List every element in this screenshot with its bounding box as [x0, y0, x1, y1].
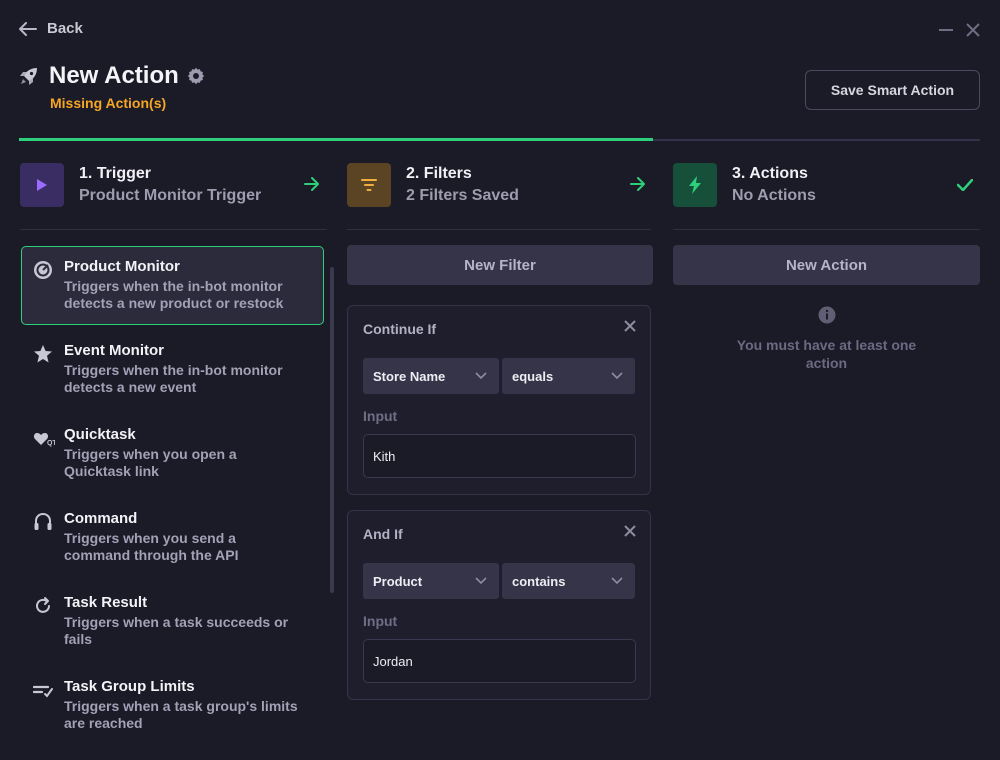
- trigger-desc: Triggers when the in-bot monitor detects …: [64, 362, 283, 395]
- trigger-item-event-monitor[interactable]: Event Monitor Triggers when the in-bot m…: [21, 330, 324, 409]
- trigger-item-task-result[interactable]: Task Result Triggers when a task succeed…: [21, 582, 324, 661]
- headset-icon: [33, 512, 53, 532]
- gear-icon[interactable]: [187, 67, 205, 85]
- trigger-item-command[interactable]: Command Triggers when you send a command …: [21, 498, 324, 577]
- operator-select[interactable]: equals: [502, 358, 635, 394]
- trigger-list: Product Monitor Triggers when the in-bot…: [21, 246, 324, 750]
- divider: [673, 229, 980, 230]
- chevron-down-icon: [611, 577, 623, 585]
- step-actions[interactable]: 3. Actions No Actions: [673, 163, 816, 207]
- step-title: 1. Trigger: [79, 165, 152, 182]
- step-subtitle: No Actions: [732, 187, 816, 204]
- trigger-name: Task Group Limits: [64, 678, 195, 695]
- svg-text:QT: QT: [47, 440, 55, 447]
- filter-value-input[interactable]: Jordan: [363, 639, 636, 683]
- page-header: New Action: [19, 62, 205, 90]
- divider: [20, 229, 327, 230]
- step-title: 3. Actions: [732, 165, 808, 182]
- trigger-desc: Triggers when a task group's limits are r…: [64, 698, 298, 731]
- close-window-button[interactable]: [963, 20, 983, 40]
- step-subtitle: 2 Filters Saved: [406, 187, 519, 204]
- field-value: Product: [373, 573, 423, 589]
- arrow-right-icon: [630, 177, 646, 191]
- filter-title: Continue If: [363, 321, 437, 337]
- minimize-icon: [939, 29, 953, 31]
- star-icon: [33, 344, 53, 364]
- input-label: Input: [363, 613, 398, 629]
- progress-fill: [19, 138, 653, 141]
- monitor-icon: [33, 260, 53, 280]
- trigger-desc: Triggers when the in-bot monitor detects …: [64, 278, 284, 311]
- chevron-down-icon: [475, 372, 487, 380]
- minimize-button[interactable]: [936, 20, 956, 40]
- arrow-right-icon: [304, 177, 320, 191]
- trigger-desc: Triggers when you open a Quicktask link: [64, 446, 237, 479]
- chevron-down-icon: [475, 577, 487, 585]
- empty-state: You must have at least one action: [673, 306, 980, 372]
- status-warning: Missing Action(s): [50, 95, 167, 111]
- filter-card: And If Product contains Input Jordan: [347, 510, 651, 700]
- step-filters[interactable]: 2. Filters 2 Filters Saved: [347, 163, 519, 207]
- field-value: Store Name: [373, 368, 446, 384]
- new-filter-button[interactable]: New Filter: [347, 245, 653, 285]
- close-icon[interactable]: [624, 525, 636, 537]
- filter-icon: [347, 163, 391, 207]
- trigger-item-task-group-limits[interactable]: Task Group Limits Triggers when a task g…: [21, 666, 324, 745]
- quicktask-icon: QT: [33, 428, 55, 448]
- back-label: Back: [47, 20, 83, 37]
- operator-select[interactable]: contains: [502, 563, 635, 599]
- arrow-left-icon: [19, 21, 37, 36]
- trigger-item-product-monitor[interactable]: Product Monitor Triggers when the in-bot…: [21, 246, 324, 325]
- check-icon: [957, 179, 973, 191]
- trigger-item-quicktask[interactable]: QT Quicktask Triggers when you open a Qui…: [21, 414, 324, 493]
- close-icon[interactable]: [624, 320, 636, 332]
- trigger-desc: Triggers when a task succeeds or fails: [64, 614, 289, 647]
- step-trigger[interactable]: 1. Trigger Product Monitor Trigger: [20, 163, 261, 207]
- input-label: Input: [363, 408, 398, 424]
- save-smart-action-button[interactable]: Save Smart Action: [805, 70, 980, 110]
- empty-message: You must have at least one action: [736, 337, 917, 371]
- bolt-icon: [673, 163, 717, 207]
- trigger-name: Event Monitor: [64, 342, 164, 359]
- new-action-button[interactable]: New Action: [673, 245, 980, 285]
- info-icon: [818, 306, 836, 324]
- step-title: 2. Filters: [406, 165, 472, 182]
- field-select[interactable]: Store Name: [363, 358, 499, 394]
- limits-icon: [33, 680, 55, 700]
- operator-value: contains: [512, 573, 566, 589]
- rocket-icon: [19, 66, 39, 86]
- chevron-down-icon: [611, 372, 623, 380]
- trigger-desc: Triggers when you send a command through …: [64, 530, 239, 563]
- close-icon: [966, 23, 980, 37]
- trigger-name: Product Monitor: [64, 258, 180, 275]
- filter-title: And If: [363, 526, 403, 542]
- divider: [347, 229, 651, 230]
- field-select[interactable]: Product: [363, 563, 499, 599]
- trigger-name: Command: [64, 510, 138, 527]
- trigger-name: Quicktask: [64, 426, 136, 443]
- back-button[interactable]: Back: [19, 20, 83, 37]
- refresh-icon: [33, 596, 53, 616]
- filter-card: Continue If Store Name equals Input Kith: [347, 305, 651, 495]
- scrollbar[interactable]: [330, 267, 334, 593]
- page-title: New Action: [49, 62, 179, 89]
- filter-value-input[interactable]: Kith: [363, 434, 636, 478]
- operator-value: equals: [512, 368, 554, 384]
- step-subtitle: Product Monitor Trigger: [79, 187, 262, 204]
- trigger-name: Task Result: [64, 594, 148, 611]
- play-icon: [20, 163, 64, 207]
